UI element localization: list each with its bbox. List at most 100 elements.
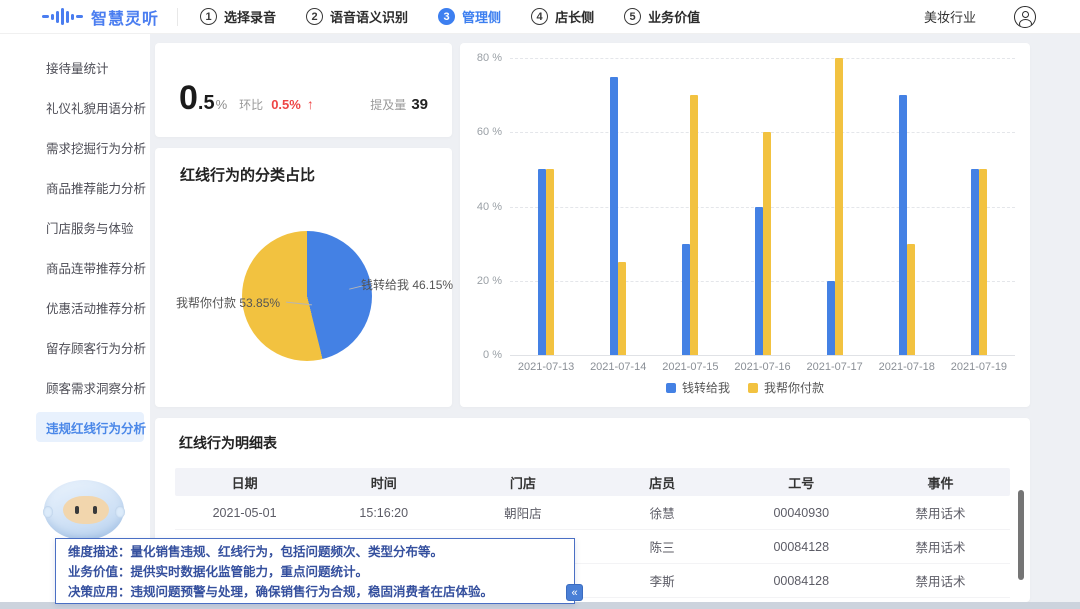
sidebar-item[interactable]: 违规红线行为分析 [36, 412, 144, 442]
step-number-icon: 2 [306, 8, 323, 25]
sidebar-item[interactable]: 留存顾客行为分析 [36, 332, 144, 362]
step-label: 语音语义识别 [330, 7, 408, 26]
step-5[interactable]: 5业务价值 [624, 7, 700, 26]
bar-钱转给我-2021-07-17 [827, 281, 835, 355]
step-number-icon: 3 [438, 8, 455, 25]
table-header-cell: 店员 [593, 473, 732, 492]
table-cell: 00084128 [732, 540, 871, 554]
legend-swatch-icon [748, 383, 758, 393]
bar-钱转给我-2021-07-13 [538, 169, 546, 355]
table-row: 2021-05-0115:16:20朝阳店徐慧00040930禁用话术 [175, 496, 1010, 530]
bar-钱转给我-2021-07-19 [971, 169, 979, 355]
bar-chart: 0 %20 %40 %60 %80 %2021-07-132021-07-142… [460, 43, 1030, 407]
legend-item-钱转给我[interactable]: 钱转给我 [666, 379, 730, 396]
bar-我帮你付款-2021-07-14 [618, 262, 626, 355]
bar-我帮你付款-2021-07-16 [763, 132, 771, 355]
sidebar-item[interactable]: 门店服务与体验 [36, 212, 144, 242]
table-cell: 徐慧 [593, 503, 732, 522]
bar-钱转给我-2021-07-14 [610, 77, 618, 355]
bar-钱转给我-2021-07-16 [755, 207, 763, 356]
y-axis-tick: 80 % [460, 52, 502, 64]
tooltip-line: 维度描述：量化销售违规、红线行为，包括问题频次、类型分布等。 [68, 542, 562, 562]
table-header-cell: 工号 [732, 473, 871, 492]
y-axis-tick: 0 % [460, 349, 502, 361]
bar-我帮你付款-2021-07-15 [690, 95, 698, 355]
step-1[interactable]: 1选择录音 [200, 7, 276, 26]
bar-钱转给我-2021-07-15 [682, 244, 690, 355]
table-cell: 陈三 [593, 537, 732, 556]
bar-chart-card: 0 %20 %40 %60 %80 %2021-07-132021-07-142… [460, 43, 1030, 407]
table-header-row: 日期时间门店店员工号事件 [175, 468, 1010, 496]
table-header-cell: 事件 [871, 473, 1010, 492]
stat-value-fraction: .5 [198, 92, 215, 115]
bar-我帮你付款-2021-07-17 [835, 58, 843, 355]
table-cell: 00084128 [732, 574, 871, 588]
sidebar-item[interactable]: 优惠活动推荐分析 [36, 292, 144, 322]
tooltip-line: 决策应用：违规问题预警与处理，确保销售行为合规，稳固消费者在店体验。 [68, 582, 562, 602]
sidebar-item[interactable]: 接待量统计 [36, 52, 144, 82]
legend-label: 我帮你付款 [764, 379, 824, 396]
pie-chart-card: 红线行为的分类占比 钱转给我 46.15% 我帮你付款 53.85% [155, 148, 452, 407]
step-4[interactable]: 4 店长侧 [531, 7, 594, 26]
table-title: 红线行为明细表 [179, 433, 277, 453]
bar-我帮你付款-2021-07-18 [907, 244, 915, 355]
stat-card: 0.5% 环比 0.5% ↑ 提及量 39 [155, 43, 452, 137]
app-header: 智慧灵听 1选择录音 2 语音语义识别 3 管理侧 4 店长侧 5业务价值 美妆行业 [0, 0, 1080, 34]
compare-value: 0.5% [271, 97, 301, 112]
robot-ear [115, 506, 125, 518]
dimension-description-tooltip: 维度描述：量化销售违规、红线行为，包括问题频次、类型分布等。 业务价值：提供实时… [55, 538, 575, 604]
header-divider [177, 8, 178, 26]
app-title: 智慧灵听 [91, 5, 159, 29]
step-label: 管理侧 [462, 7, 501, 26]
sidebar-item[interactable]: 需求挖掘行为分析 [36, 132, 144, 162]
step-3[interactable]: 3 管理侧 [438, 7, 501, 26]
table-cell: 2021-05-01 [175, 506, 314, 520]
stat-value: 0 [179, 79, 198, 118]
pie-slice-label: 钱转给我 46.15% [361, 276, 453, 293]
legend-item-我帮你付款[interactable]: 我帮你付款 [748, 379, 824, 396]
table-cell: 禁用话术 [871, 571, 1010, 590]
sidebar-item[interactable]: 顾客需求洞察分析 [36, 372, 144, 402]
table-cell: 禁用话术 [871, 537, 1010, 556]
user-avatar-icon[interactable] [1014, 6, 1036, 28]
step-2[interactable]: 2 语音语义识别 [306, 7, 408, 26]
table-scrollbar[interactable] [1018, 490, 1024, 580]
step-label: 选择录音 [224, 7, 276, 26]
industry-label: 美妆行业 [924, 7, 976, 26]
x-axis-label: 2021-07-19 [934, 361, 1024, 373]
robot-helmet [44, 480, 124, 540]
compare-label: 环比 [239, 96, 263, 113]
legend-label: 钱转给我 [682, 379, 730, 396]
table-cell: 禁用话术 [871, 503, 1010, 522]
table-cell: 李斯 [593, 571, 732, 590]
y-axis-tick: 60 % [460, 126, 502, 138]
sidebar-item[interactable]: 商品推荐能力分析 [36, 172, 144, 202]
up-arrow-icon: ↑ [307, 96, 314, 112]
robot-face [63, 496, 109, 524]
sidebar-item[interactable]: 礼仪礼貌用语分析 [36, 92, 144, 122]
pie-chart-title: 红线行为的分类占比 [180, 164, 315, 185]
stat-value-unit: % [216, 97, 228, 112]
table-cell: 朝阳店 [453, 503, 592, 522]
mention-value: 39 [411, 96, 428, 113]
sidebar-item[interactable]: 商品连带推荐分析 [36, 252, 144, 282]
legend-swatch-icon [666, 383, 676, 393]
mention-label: 提及量 [370, 98, 406, 112]
chart-legend: 钱转给我 我帮你付款 [460, 379, 1030, 396]
gridline [510, 58, 1015, 59]
bar-我帮你付款-2021-07-19 [979, 169, 987, 355]
app-logo[interactable]: 智慧灵听 [0, 5, 159, 29]
step-nav: 1选择录音 2 语音语义识别 3 管理侧 4 店长侧 5业务价值 [200, 7, 700, 26]
step-label: 店长侧 [555, 7, 594, 26]
table-header-cell: 门店 [453, 473, 592, 492]
tooltip-line: 业务价值：提供实时数据化监管能力，重点问题统计。 [68, 562, 562, 582]
mention-count: 提及量 39 [370, 96, 428, 113]
table-cell: 00040930 [732, 506, 871, 520]
waveform-logo-icon [42, 8, 83, 26]
step-number-icon: 4 [531, 8, 548, 25]
tooltip-collapse-button[interactable]: « [566, 584, 583, 601]
robot-ear [43, 506, 53, 518]
step-number-icon: 5 [624, 8, 641, 25]
pie-slice-label: 我帮你付款 53.85% [176, 294, 280, 311]
table-header-cell: 日期 [175, 473, 314, 492]
